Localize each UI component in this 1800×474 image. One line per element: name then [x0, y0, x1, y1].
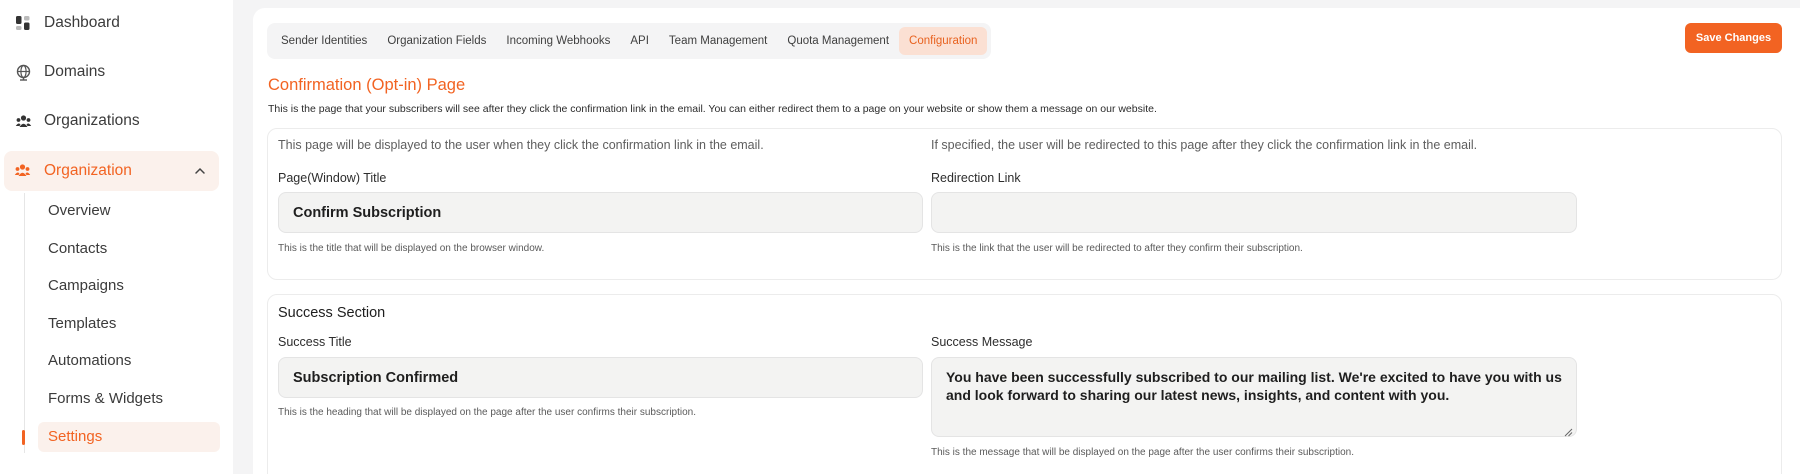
main-content: Sender Identities Organization Fields In… — [253, 8, 1800, 474]
page-title: Confirmation (Opt-in) Page — [268, 76, 466, 94]
redirection-link-input[interactable] — [931, 192, 1577, 233]
resize-handle-icon[interactable] — [1563, 423, 1573, 437]
success-title-label: Success Title — [278, 335, 352, 349]
section-title: Success Section — [278, 305, 386, 321]
submenu-line — [24, 193, 25, 453]
redirection-link-help: This is the link that the user will be r… — [931, 243, 1303, 254]
team-icon — [14, 162, 32, 180]
globe-icon — [14, 63, 32, 81]
sidebar: Dashboard Domains Organizations Organiza… — [0, 0, 233, 474]
active-indicator — [22, 430, 25, 445]
sub-item-forms-widgets[interactable]: Forms & Widgets — [38, 384, 220, 414]
nav-label: Domains — [44, 63, 106, 80]
confirmation-page-panel: This page will be displayed to the user … — [267, 128, 1782, 280]
dashboard-icon — [14, 14, 32, 32]
chevron-up-icon[interactable] — [193, 164, 207, 178]
sub-item-automations[interactable]: Automations — [38, 346, 220, 376]
tab-quota-management[interactable]: Quota Management — [777, 27, 899, 55]
success-message-help: This is the message that will be display… — [931, 447, 1354, 458]
tab-team-management[interactable]: Team Management — [659, 27, 777, 55]
sub-item-label: Campaigns — [48, 277, 124, 294]
sub-item-label: Templates — [48, 315, 117, 332]
nav-item-organization[interactable]: Organization — [4, 151, 219, 191]
success-title-input[interactable]: Subscription Confirmed — [278, 357, 923, 398]
tab-configuration[interactable]: Configuration — [899, 27, 988, 55]
sub-item-label: Forms & Widgets — [48, 390, 164, 407]
sub-item-overview[interactable]: Overview — [38, 196, 220, 226]
nav-label: Dashboard — [44, 14, 120, 31]
page-title-label: Page(Window) Title — [278, 171, 387, 185]
success-section-panel: Success Section Success Title Subscripti… — [267, 294, 1782, 474]
page-description: This is the page that your subscribers w… — [268, 103, 1157, 115]
sub-item-contacts[interactable]: Contacts — [38, 234, 220, 264]
nav-label: Organization — [44, 162, 132, 179]
tab-organization-fields[interactable]: Organization Fields — [377, 27, 496, 55]
nav-item-organizations[interactable]: Organizations — [0, 101, 233, 141]
page-title-input[interactable]: Confirm Subscription — [278, 192, 923, 233]
users-icon — [14, 112, 32, 130]
tab-api[interactable]: API — [620, 27, 659, 55]
nav-label: Organizations — [44, 112, 140, 129]
sub-item-campaigns[interactable]: Campaigns — [38, 271, 220, 301]
tab-sender-identities[interactable]: Sender Identities — [271, 27, 377, 55]
tab-incoming-webhooks[interactable]: Incoming Webhooks — [496, 27, 620, 55]
sub-item-label: Settings — [48, 428, 103, 445]
sub-item-templates[interactable]: Templates — [38, 309, 220, 339]
redirection-link-label: Redirection Link — [931, 171, 1021, 185]
success-message-label: Success Message — [931, 335, 1033, 349]
nav-item-dashboard[interactable]: Dashboard — [0, 3, 233, 43]
right-hint: If specified, the user will be redirecte… — [931, 138, 1478, 152]
success-message-textarea[interactable]: You have been successfully subscribed to… — [931, 357, 1577, 437]
sub-item-label: Contacts — [48, 240, 108, 257]
success-message-text: You have been successfully subscribed to… — [946, 369, 1562, 403]
success-title-help: This is the heading that will be display… — [278, 407, 697, 418]
left-hint: This page will be displayed to the user … — [278, 138, 764, 152]
nav-item-domains[interactable]: Domains — [0, 52, 233, 92]
settings-tabs: Sender Identities Organization Fields In… — [267, 23, 992, 59]
sub-item-label: Overview — [48, 202, 111, 219]
sub-item-label: Automations — [48, 352, 132, 369]
save-changes-button[interactable]: Save Changes — [1685, 23, 1782, 53]
sub-item-settings[interactable]: Settings — [38, 422, 220, 452]
page-title-help: This is the title that will be displayed… — [278, 243, 545, 254]
